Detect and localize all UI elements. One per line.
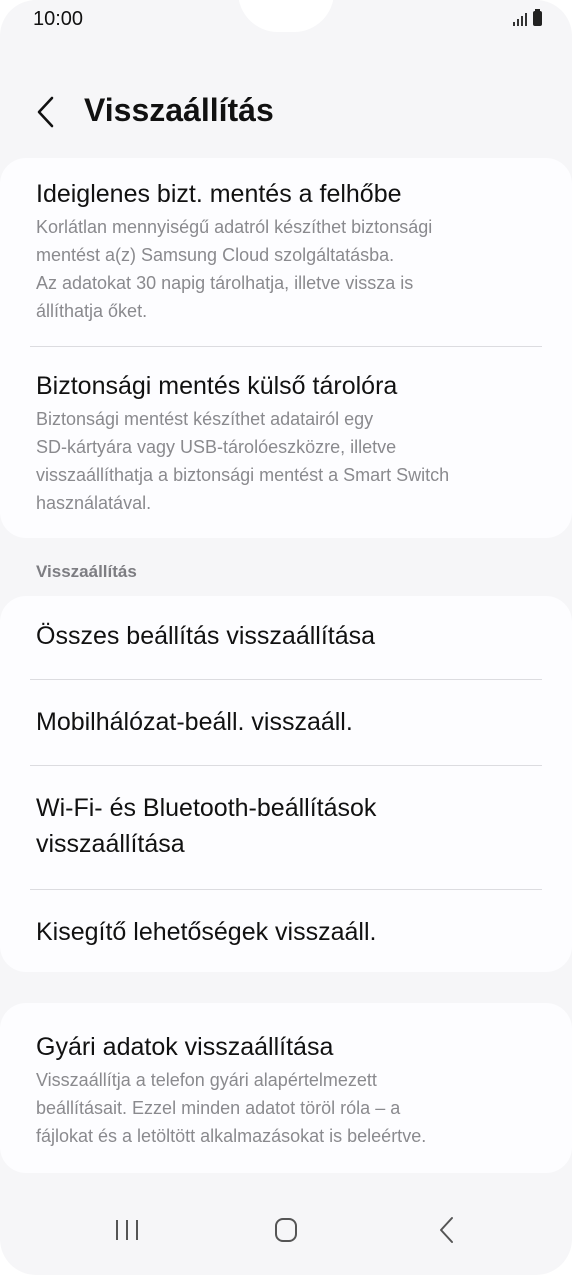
status-icons bbox=[513, 9, 542, 26]
cloud-backup-item[interactable]: Ideiglenes bizt. mentés a felhőbe Korlát… bbox=[36, 176, 536, 325]
app-header: Visszaállítás bbox=[0, 86, 572, 138]
navigation-bar bbox=[0, 1205, 572, 1255]
home-icon[interactable] bbox=[274, 1217, 298, 1243]
divider bbox=[30, 889, 542, 890]
factory-reset-item[interactable]: Gyári adatok visszaállítása Visszaállítj… bbox=[36, 1029, 536, 1150]
divider bbox=[30, 346, 542, 347]
item-title: Biztonsági mentés külső tárolóra bbox=[36, 372, 398, 400]
reset-accessibility-item[interactable]: Kisegítő lehetőségek visszaáll. bbox=[36, 914, 536, 950]
camera-notch bbox=[238, 0, 334, 32]
item-title: Wi-Fi- és Bluetooth-beállítások visszaál… bbox=[36, 794, 377, 858]
battery-icon bbox=[533, 9, 542, 26]
recents-icon[interactable] bbox=[114, 1219, 140, 1241]
divider bbox=[30, 679, 542, 680]
item-title: Gyári adatok visszaállítása bbox=[36, 1033, 334, 1061]
item-title: Mobilhálózat-beáll. visszaáll. bbox=[36, 708, 353, 736]
backup-card: Ideiglenes bizt. mentés a felhőbe Korlát… bbox=[0, 158, 572, 538]
phone-screen: 10:00 Visszaállítás Ideiglenes bizt. men… bbox=[0, 0, 572, 1275]
status-time: 10:00 bbox=[33, 8, 84, 30]
factory-reset-card: Gyári adatok visszaállítása Visszaállítj… bbox=[0, 1003, 572, 1173]
external-storage-backup-item[interactable]: Biztonsági mentés külső tárolóra Biztons… bbox=[36, 368, 536, 517]
signal-icon bbox=[513, 13, 527, 26]
item-description: Korlátlan mennyiségű adatról készíthet b… bbox=[36, 217, 433, 321]
reset-mobile-network-item[interactable]: Mobilhálózat-beáll. visszaáll. bbox=[36, 704, 536, 740]
item-description: Biztonsági mentést készíthet adatairól e… bbox=[36, 409, 450, 513]
item-title: Kisegítő lehetőségek visszaáll. bbox=[36, 918, 377, 946]
section-header: Visszaállítás bbox=[36, 562, 137, 581]
reset-wifi-bluetooth-item[interactable]: Wi-Fi- és Bluetooth-beállítások visszaál… bbox=[36, 790, 536, 862]
back-arrow-icon[interactable] bbox=[34, 94, 58, 130]
divider bbox=[30, 765, 542, 766]
item-description: Visszaállítja a telefon gyári alapértelm… bbox=[36, 1070, 427, 1146]
reset-card: Összes beállítás visszaállítása Mobilhál… bbox=[0, 596, 572, 972]
page-title: Visszaállítás bbox=[84, 92, 274, 128]
item-title: Összes beállítás visszaállítása bbox=[36, 622, 376, 650]
item-title: Ideiglenes bizt. mentés a felhőbe bbox=[36, 180, 402, 208]
nav-back-icon[interactable] bbox=[438, 1215, 456, 1245]
reset-all-settings-item[interactable]: Összes beállítás visszaállítása bbox=[36, 618, 536, 654]
